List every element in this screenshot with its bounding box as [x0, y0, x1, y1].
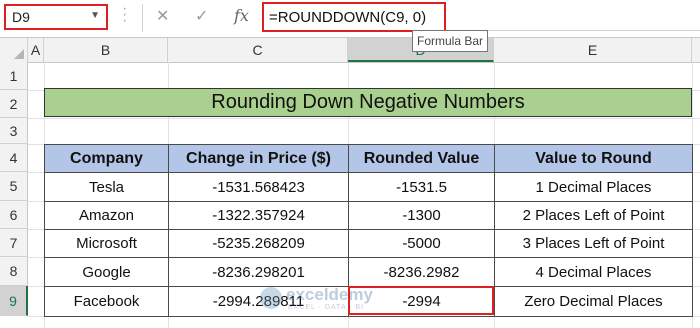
cell-company[interactable]: Amazon	[44, 201, 169, 230]
cell-rounded-value[interactable]: -5000	[348, 229, 495, 258]
row-header-9[interactable]: 9	[0, 286, 28, 316]
row-header-1[interactable]: 1	[0, 62, 28, 90]
header-change-in-price[interactable]: Change in Price ($)	[168, 144, 349, 173]
cell-rounded-value[interactable]: -8236.2982	[348, 257, 495, 287]
column-header-c[interactable]: C	[168, 38, 348, 62]
enter-icon[interactable]: ✓	[195, 6, 208, 26]
row-header-7[interactable]: 7	[0, 229, 28, 257]
chevron-down-icon[interactable]: ▼	[90, 10, 100, 21]
row-header-5[interactable]: 5	[0, 172, 28, 201]
cell-change-in-price[interactable]: -2994.289811	[168, 286, 349, 317]
column-header-e[interactable]: E	[494, 38, 692, 62]
table-row: Tesla -1531.568423 -1531.5 1 Decimal Pla…	[44, 172, 693, 202]
cell-change-in-price[interactable]: -1322.357924	[168, 201, 349, 230]
cell-change-in-price[interactable]: -1531.568423	[168, 172, 349, 202]
formula-bar-tooltip: Formula Bar	[412, 30, 489, 52]
formula-text: =ROUNDDOWN(C9, 0)	[269, 9, 427, 26]
insert-function-icon[interactable]: fx	[234, 6, 249, 25]
cell-change-in-price[interactable]: -5235.268209	[168, 229, 349, 258]
cell-company[interactable]: Google	[44, 257, 169, 287]
table-row: Google -8236.298201 -8236.2982 4 Decimal…	[44, 257, 693, 287]
cell-change-in-price[interactable]: -8236.298201	[168, 257, 349, 287]
select-all-button[interactable]	[0, 38, 28, 62]
cell-company[interactable]: Facebook	[44, 286, 169, 317]
header-value-to-round[interactable]: Value to Round	[494, 144, 693, 173]
cell-rounded-value[interactable]: -1300	[348, 201, 495, 230]
table-header-row: Company Change in Price ($) Rounded Valu…	[44, 144, 693, 173]
table-row: Microsoft -5235.268209 -5000 3 Places Le…	[44, 229, 693, 258]
column-header-bar: A B C D E	[0, 37, 700, 63]
data-table: Company Change in Price ($) Rounded Valu…	[44, 144, 693, 317]
drag-handle-icon[interactable]: · · ·	[122, 1, 130, 29]
name-box-value: D9	[12, 9, 30, 25]
cell-value-to-round[interactable]: Zero Decimal Places	[494, 286, 693, 317]
cell-value-to-round[interactable]: 2 Places Left of Point	[494, 201, 693, 230]
formula-bar-area: D9 ▼ · · · ✕ ✓ fx =ROUNDDOWN(C9, 0)	[0, 0, 700, 36]
column-header-a[interactable]: A	[28, 38, 44, 62]
row-header-4[interactable]: 4	[0, 144, 28, 172]
row-header-6[interactable]: 6	[0, 201, 28, 229]
row-header-8[interactable]: 8	[0, 257, 28, 286]
cell-rounded-value[interactable]: -2994	[348, 286, 495, 317]
table-row: Amazon -1322.357924 -1300 2 Places Left …	[44, 201, 693, 230]
cancel-icon[interactable]: ✕	[156, 6, 169, 26]
header-company[interactable]: Company	[44, 144, 169, 173]
row-header-3[interactable]: 3	[0, 118, 28, 144]
grid-line	[28, 118, 700, 119]
cell-company[interactable]: Tesla	[44, 172, 169, 202]
cell-rounded-value[interactable]: -1531.5	[348, 172, 495, 202]
cell-company[interactable]: Microsoft	[44, 229, 169, 258]
divider	[142, 4, 143, 32]
sheet-title[interactable]: Rounding Down Negative Numbers	[44, 88, 692, 117]
formula-input-extension[interactable]	[446, 4, 700, 31]
header-rounded-value[interactable]: Rounded Value	[348, 144, 495, 173]
row-header-2[interactable]: 2	[0, 90, 28, 118]
formula-input[interactable]: =ROUNDDOWN(C9, 0)	[262, 2, 446, 32]
cell-value-to-round[interactable]: 3 Places Left of Point	[494, 229, 693, 258]
table-row: Facebook -2994.289811 -2994 Zero Decimal…	[44, 286, 693, 317]
cell-value-to-round[interactable]: 1 Decimal Places	[494, 172, 693, 202]
name-box[interactable]: D9 ▼	[4, 4, 108, 30]
cell-value-to-round[interactable]: 4 Decimal Places	[494, 257, 693, 287]
select-all-icon	[14, 49, 24, 59]
column-header-b[interactable]: B	[44, 38, 168, 62]
